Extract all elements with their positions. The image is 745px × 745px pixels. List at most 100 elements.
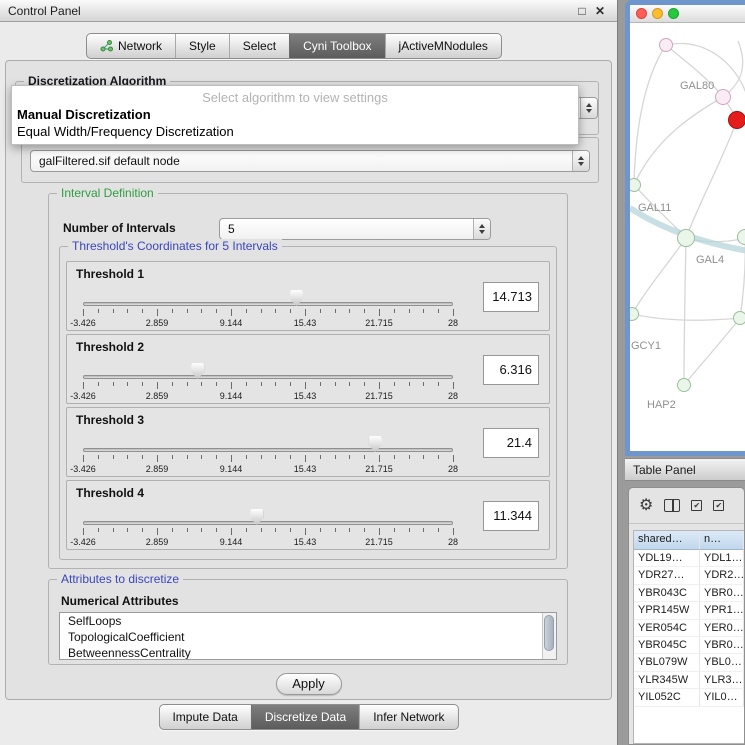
group-title: Threshold's Coordinates for 5 Intervals: [68, 239, 282, 253]
combo-stepper-icon[interactable]: [473, 219, 490, 239]
table-row[interactable]: YBR043CYBR0…: [634, 585, 744, 602]
table-row[interactable]: YPR145WYPR1…: [634, 602, 744, 619]
slider-track[interactable]: [83, 375, 453, 379]
threshold-slider[interactable]: -3.4262.8599.14415.4321.71528: [83, 359, 453, 403]
threshold-value-field[interactable]: 6.316: [483, 355, 539, 385]
network-node[interactable]: [677, 229, 695, 247]
table-cell[interactable]: YBR043C: [634, 585, 700, 601]
threshold-slider[interactable]: -3.4262.8599.14415.4321.71528: [83, 432, 453, 476]
gear-icon[interactable]: ⚙: [639, 498, 653, 514]
list-scrollbar[interactable]: [542, 613, 556, 659]
slider-track[interactable]: [83, 521, 453, 525]
table-data-combobox[interactable]: galFiltered.sif default node: [30, 150, 590, 172]
minimize-traffic-light-icon[interactable]: [652, 8, 663, 19]
network-canvas[interactable]: GAL80 GAL11 GAL4 GCY1 HAP2: [630, 23, 745, 451]
deselect-all-checkbox-icon[interactable]: ✔: [713, 500, 724, 511]
combo-stepper-icon[interactable]: [572, 151, 589, 171]
slider-tick: [142, 382, 143, 386]
numerical-attributes-list[interactable]: SelfLoopsTopologicalCoefficientBetweenne…: [59, 612, 557, 660]
group-title: Attributes to discretize: [57, 572, 183, 586]
table-row[interactable]: YLR345WYLR3…: [634, 672, 744, 689]
table-row[interactable]: YDR27…YDR2…: [634, 567, 744, 584]
network-node[interactable]: [715, 89, 731, 105]
table-cell[interactable]: YDR2…: [700, 567, 744, 583]
slider-track[interactable]: [83, 448, 453, 452]
slider-axis-label: 2.859: [146, 391, 169, 401]
table-row[interactable]: YDL19…YDL1…: [634, 550, 744, 567]
slider-axis-label: -3.426: [70, 464, 96, 474]
scrollbar-thumb[interactable]: [544, 615, 554, 651]
table-cell[interactable]: YBR0…: [700, 637, 744, 653]
slider-tick: [290, 528, 291, 532]
threshold-value-field[interactable]: 14.713: [483, 282, 539, 312]
network-node[interactable]: [659, 38, 673, 52]
dropdown-option-equal-width-frequency[interactable]: Equal Width/Frequency Discretization: [12, 123, 578, 140]
tab-cyni-toolbox[interactable]: Cyni Toolbox: [289, 34, 384, 58]
table-cell[interactable]: YIL0…: [700, 689, 744, 705]
table-cell[interactable]: YIL052C: [634, 689, 700, 705]
table-row[interactable]: YIL052CYIL0…: [634, 689, 744, 706]
slider-tick: [409, 455, 410, 459]
select-all-checkbox-icon[interactable]: ✔: [691, 500, 702, 511]
column-header-shared-name[interactable]: shared…: [634, 531, 700, 550]
close-traffic-light-icon[interactable]: [636, 8, 647, 19]
table-cell[interactable]: YDL1…: [700, 550, 744, 566]
table-cell[interactable]: YER054C: [634, 620, 700, 636]
table-cell[interactable]: YBL0…: [700, 654, 744, 670]
node-label: GAL80: [680, 80, 714, 92]
node-label: GCY1: [631, 340, 661, 352]
tab-network[interactable]: Network: [87, 34, 175, 58]
table-row[interactable]: YER054CYER0…: [634, 620, 744, 637]
network-node[interactable]: [733, 311, 745, 325]
table-cell[interactable]: YDL19…: [634, 550, 700, 566]
table-cell[interactable]: YBR045C: [634, 637, 700, 653]
slider-axis-label: 15.43: [294, 537, 317, 547]
table-cell[interactable]: YPR145W: [634, 602, 700, 618]
slider-tick: [409, 382, 410, 386]
slider-track[interactable]: [83, 302, 453, 306]
table-cell[interactable]: YER0…: [700, 620, 744, 636]
attribute-list-item[interactable]: TopologicalCoefficient: [60, 629, 556, 645]
zoom-traffic-light-icon[interactable]: [668, 8, 679, 19]
slider-tick: [320, 528, 321, 532]
tab-style[interactable]: Style: [175, 34, 229, 58]
number-of-intervals-combobox[interactable]: 5: [219, 218, 491, 240]
dropdown-option-manual-discretization[interactable]: Manual Discretization: [12, 106, 578, 123]
table-cell[interactable]: YPR1…: [700, 602, 744, 618]
float-window-icon[interactable]: □: [573, 4, 591, 18]
threshold-value-field[interactable]: 11.344: [483, 501, 539, 531]
table-cell[interactable]: YLR345W: [634, 672, 700, 688]
network-window-titlebar[interactable]: [630, 5, 745, 23]
slider-tick: [231, 528, 232, 535]
close-window-icon[interactable]: ✕: [591, 4, 609, 18]
attribute-list-item[interactable]: BetweennessCentrality: [60, 645, 556, 660]
slider-tick: [127, 382, 128, 386]
tab-impute-data[interactable]: Impute Data: [159, 705, 250, 729]
table-cell[interactable]: YBR0…: [700, 585, 744, 601]
slider-tick: [394, 382, 395, 386]
column-header-name[interactable]: n…: [700, 531, 744, 550]
tab-jactivemnodules[interactable]: jActiveMNodules: [385, 34, 501, 58]
network-node-selected[interactable]: [728, 111, 745, 129]
table-cell[interactable]: YLR3…: [700, 672, 744, 688]
apply-button[interactable]: Apply: [276, 673, 342, 695]
table-cell[interactable]: YBL079W: [634, 654, 700, 670]
table-row[interactable]: YBR045CYBR0…: [634, 637, 744, 654]
combo-stepper-icon[interactable]: [580, 98, 597, 118]
attribute-list-item[interactable]: SelfLoops: [60, 613, 556, 629]
columns-icon[interactable]: [664, 499, 680, 512]
tab-infer-network[interactable]: Infer Network: [359, 705, 457, 729]
tab-select[interactable]: Select: [229, 34, 289, 58]
tab-discretize-data[interactable]: Discretize Data: [251, 705, 359, 729]
table-cell[interactable]: YDR27…: [634, 567, 700, 583]
network-node[interactable]: [677, 378, 691, 392]
slider-tick: [246, 528, 247, 532]
threshold-slider[interactable]: -3.4262.8599.14415.4321.71528: [83, 505, 453, 549]
threshold-label: Threshold 4: [76, 486, 144, 500]
threshold-slider[interactable]: -3.4262.8599.14415.4321.71528: [83, 286, 453, 330]
threshold-value-field[interactable]: 21.4: [483, 428, 539, 458]
slider-ticks: [83, 455, 453, 463]
slider-tick: [305, 528, 306, 535]
slider-tick: [335, 455, 336, 459]
table-row[interactable]: YBL079WYBL0…: [634, 654, 744, 671]
